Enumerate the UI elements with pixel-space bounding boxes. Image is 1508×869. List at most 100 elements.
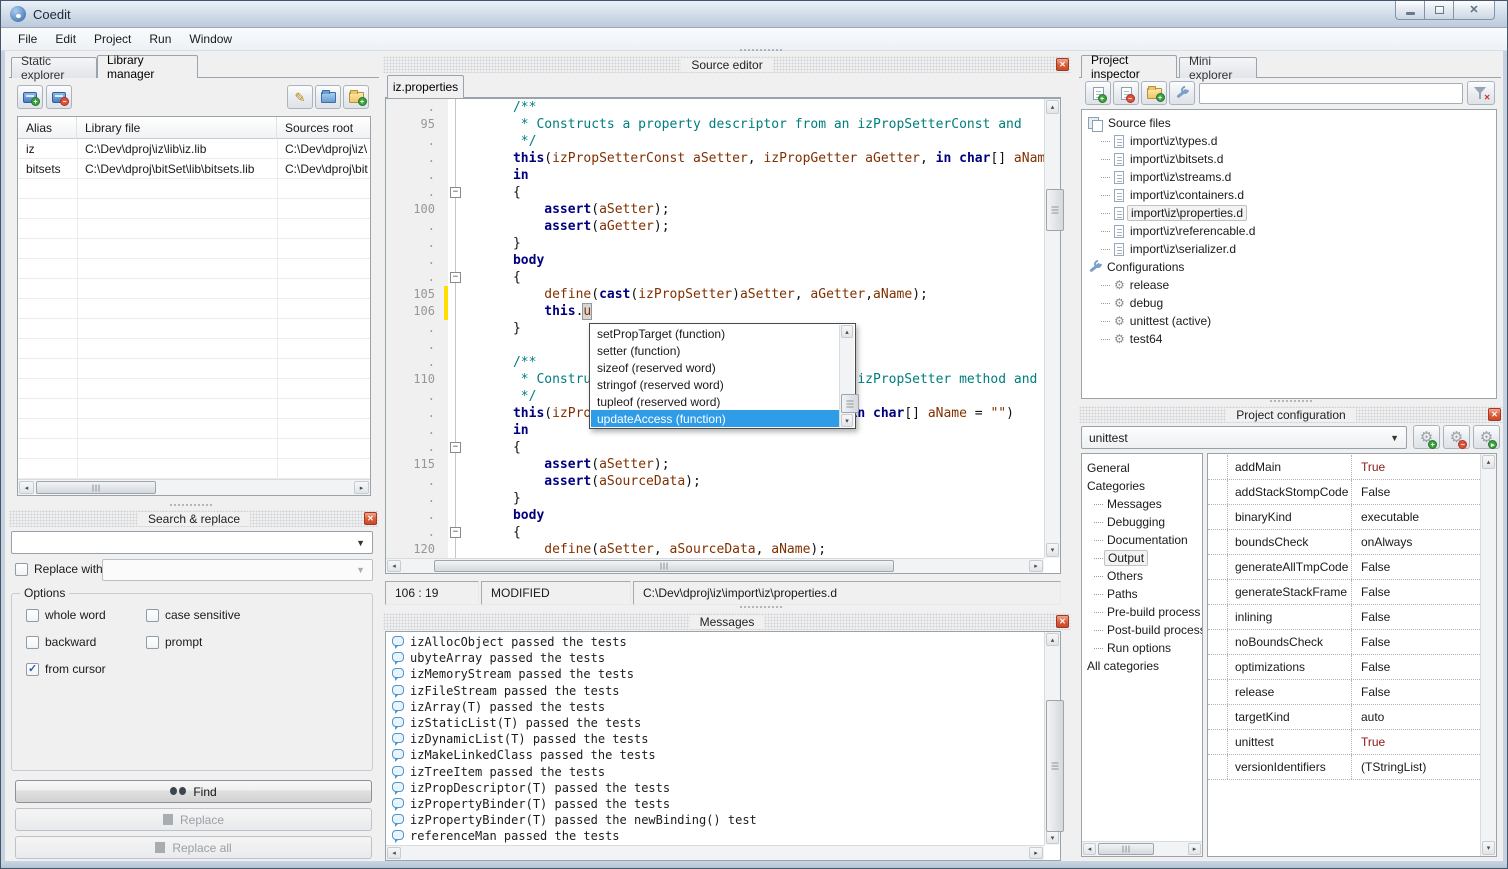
remove-source-button[interactable]: −	[1113, 81, 1139, 105]
menu-file[interactable]: File	[9, 29, 46, 49]
category-item[interactable]: General	[1082, 459, 1202, 477]
menu-edit[interactable]: Edit	[46, 29, 85, 49]
scroll-up-icon[interactable]: ▴	[1046, 100, 1059, 114]
completion-item[interactable]: setPropTarget (function)	[591, 325, 839, 342]
property-row[interactable]: generateStackFrameFalse	[1208, 580, 1480, 605]
editor-vscrollbar[interactable]: ▴ ▾	[1044, 99, 1060, 558]
tree-item-file[interactable]: import\iz\streams.d	[1082, 168, 1496, 186]
option-case-sensitive[interactable]: case sensitive	[146, 608, 372, 622]
tree-item-configuration[interactable]: ⚙release	[1082, 276, 1496, 294]
message-item[interactable]: izStaticList(T) passed the tests	[387, 715, 1043, 731]
category-item[interactable]: Paths	[1082, 585, 1202, 603]
properties-vscrollbar[interactable]: ▴ ▾	[1480, 454, 1496, 856]
configuration-combo[interactable]: unittest ▼	[1081, 426, 1407, 449]
property-row[interactable]: inliningFalse	[1208, 605, 1480, 630]
property-row[interactable]: versionIdentifiers(TStringList)	[1208, 755, 1480, 780]
messages-hscrollbar[interactable]: ◂ ▸	[386, 845, 1044, 860]
category-item[interactable]: Documentation	[1082, 531, 1202, 549]
property-name[interactable]: versionIdentifiers	[1228, 755, 1352, 779]
property-name[interactable]: targetKind	[1228, 705, 1352, 729]
scroll-thumb[interactable]	[1046, 189, 1064, 231]
property-name[interactable]: addStackStompCode	[1228, 480, 1352, 504]
property-row[interactable]: releaseFalse	[1208, 680, 1480, 705]
scroll-thumb[interactable]	[434, 560, 894, 572]
tree-item-file[interactable]: import\iz\bitsets.d	[1082, 150, 1496, 168]
menu-project[interactable]: Project	[85, 29, 140, 49]
scroll-up-icon[interactable]: ▴	[1046, 633, 1059, 646]
library-row[interactable]: bitsetsC:\Dev\dproj\bitSet\lib\bitsets.l…	[18, 159, 370, 179]
scroll-right-icon[interactable]: ▸	[1029, 847, 1043, 859]
category-item[interactable]: Categories	[1082, 477, 1202, 495]
inspector-filter-input[interactable]	[1199, 83, 1463, 104]
scroll-down-icon[interactable]: ▾	[841, 414, 853, 427]
completion-item[interactable]: tupleof (reserved word)	[591, 393, 839, 410]
scroll-thumb[interactable]	[841, 394, 859, 413]
title-bar[interactable]: Coedit	[1, 1, 1507, 28]
fold-collapse-icon[interactable]: −	[450, 272, 461, 283]
add-configuration-button[interactable]: ⚙+	[1413, 425, 1440, 449]
scroll-up-icon[interactable]: ▴	[1482, 455, 1495, 469]
maximize-button[interactable]	[1424, 1, 1454, 20]
chevron-down-icon[interactable]: ▼	[356, 565, 365, 575]
message-item[interactable]: referenceMan passed the tests	[387, 828, 1043, 844]
editor-hscrollbar[interactable]: ◂ ▸	[386, 558, 1044, 573]
property-value[interactable]: auto	[1352, 705, 1480, 729]
property-value[interactable]: onAlways	[1352, 530, 1480, 554]
property-value[interactable]: False	[1352, 655, 1480, 679]
property-name[interactable]: generateStackFrame	[1228, 580, 1352, 604]
property-name[interactable]: noBoundsCheck	[1228, 630, 1352, 654]
completion-scrollbar[interactable]: ▴ ▾	[839, 325, 854, 427]
property-value[interactable]: False	[1352, 630, 1480, 654]
completion-item[interactable]: stringof (reserved word)	[591, 376, 839, 393]
property-value[interactable]: False	[1352, 580, 1480, 604]
clone-configuration-button[interactable]: ⚙▸	[1473, 425, 1500, 449]
categories-hscrollbar[interactable]: ◂ ▸	[1082, 841, 1202, 856]
scroll-thumb[interactable]	[1098, 843, 1154, 855]
scroll-right-icon[interactable]: ▸	[354, 481, 369, 494]
completion-item[interactable]: updateAccess (function)	[591, 410, 839, 427]
config-close-button[interactable]: ✕	[1488, 408, 1501, 421]
add-library-button[interactable]: +	[17, 85, 43, 109]
property-value[interactable]: (TStringList)	[1352, 755, 1480, 779]
property-row[interactable]: generateAllTmpCodeFalse	[1208, 555, 1480, 580]
property-row[interactable]: targetKindauto	[1208, 705, 1480, 730]
messages-vscrollbar[interactable]: ▴ ▾	[1044, 632, 1060, 845]
property-row[interactable]: binaryKindexecutable	[1208, 505, 1480, 530]
scroll-left-icon[interactable]: ◂	[19, 481, 34, 494]
replace-with-combo[interactable]: ▼	[102, 559, 373, 581]
property-row[interactable]: optimizationsFalse	[1208, 655, 1480, 680]
tree-item-file[interactable]: import\iz\referencable.d	[1082, 222, 1496, 240]
option-from-cursor[interactable]: from cursor	[26, 662, 146, 676]
messages-close-button[interactable]: ✕	[1056, 615, 1069, 628]
property-name[interactable]: generateAllTmpCode	[1228, 555, 1352, 579]
property-row[interactable]: noBoundsCheckFalse	[1208, 630, 1480, 655]
property-value[interactable]: False	[1352, 680, 1480, 704]
property-row[interactable]: unittestTrue	[1208, 730, 1480, 755]
column-library-file[interactable]: Library file	[77, 117, 277, 139]
scroll-thumb[interactable]	[1046, 700, 1064, 832]
property-name[interactable]: unittest	[1228, 730, 1352, 754]
message-item[interactable]: izFileStream passed the tests	[387, 683, 1043, 699]
property-name[interactable]: addMain	[1228, 455, 1352, 479]
scroll-left-icon[interactable]: ◂	[387, 560, 401, 572]
category-item[interactable]: Debugging	[1082, 513, 1202, 531]
replace-with-checkbox[interactable]: Replace with	[15, 562, 103, 576]
menu-run[interactable]: Run	[140, 29, 180, 49]
property-value[interactable]: True	[1352, 455, 1480, 479]
category-item[interactable]: Run options	[1082, 639, 1202, 657]
tree-item-file[interactable]: import\iz\properties.d	[1082, 204, 1496, 222]
add-library-folder-button[interactable]: +	[343, 85, 369, 109]
tab-project-inspector[interactable]: Project inspector	[1081, 55, 1177, 78]
scroll-thumb[interactable]	[36, 481, 156, 494]
project-tools-button[interactable]	[1169, 81, 1195, 105]
message-item[interactable]: izArray(T) passed the tests	[387, 699, 1043, 715]
tree-item-configuration[interactable]: ⚙unittest (active)	[1082, 312, 1496, 330]
column-alias[interactable]: Alias	[18, 117, 77, 139]
replace-button[interactable]: ab Replace	[15, 808, 372, 831]
tree-item-file[interactable]: import\iz\containers.d	[1082, 186, 1496, 204]
tree-root-source-files[interactable]: Source files	[1082, 114, 1496, 132]
chevron-down-icon[interactable]: ▼	[1390, 433, 1399, 443]
tab-mini-explorer[interactable]: Mini explorer	[1179, 57, 1257, 78]
remove-configuration-button[interactable]: ⚙−	[1443, 425, 1470, 449]
tab-static-explorer[interactable]: Static explorer	[11, 57, 97, 78]
